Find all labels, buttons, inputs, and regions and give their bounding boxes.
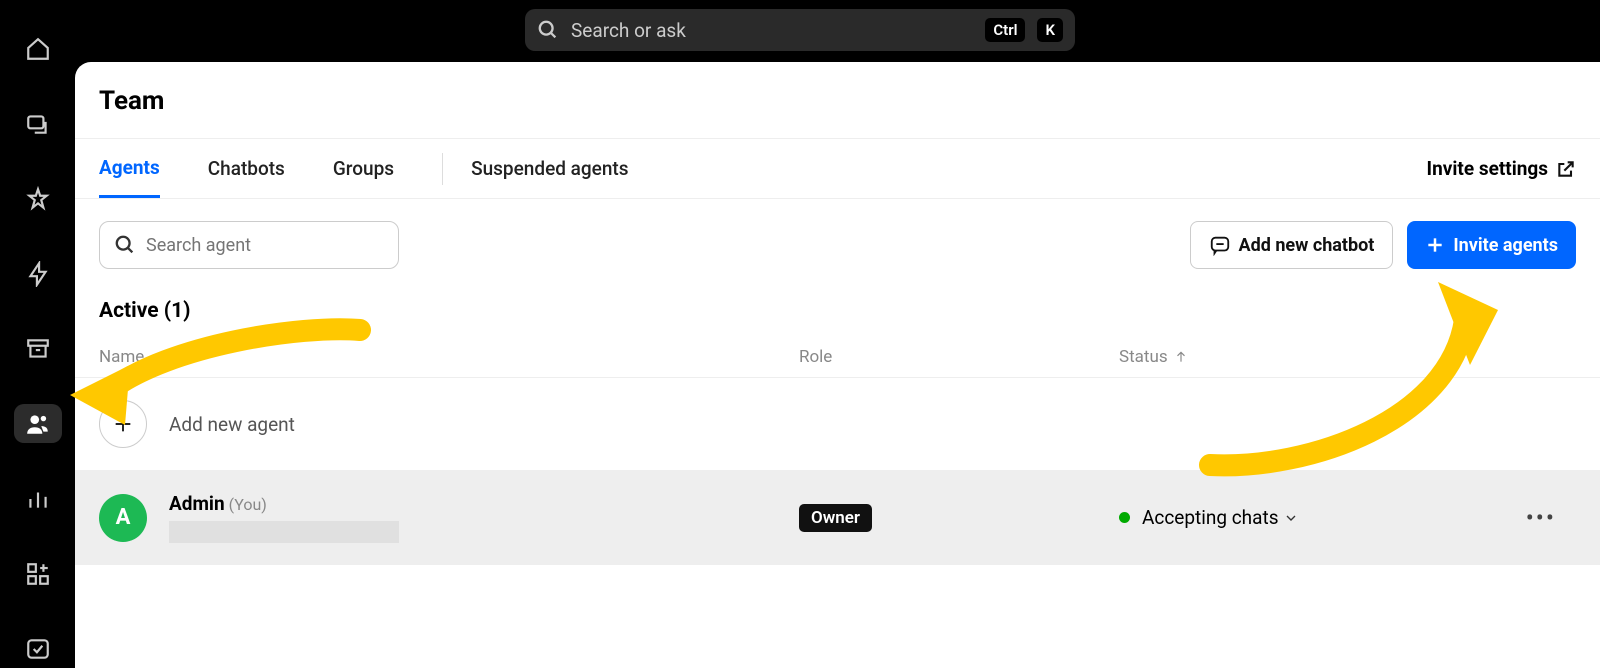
row-more-button[interactable]: ••• — [1479, 504, 1576, 532]
search-icon — [114, 234, 136, 256]
sidebar — [0, 0, 75, 668]
page-title: Team — [75, 86, 1600, 139]
col-name[interactable]: Name — [99, 347, 799, 367]
plus-icon — [112, 413, 134, 435]
global-search[interactable]: Search or ask Ctrl K — [525, 9, 1075, 51]
status-selector[interactable]: Accepting chats — [1119, 506, 1299, 529]
tab-chatbots[interactable]: Chatbots — [208, 141, 285, 196]
section-active-title: Active (1) — [75, 291, 1600, 337]
sort-up-icon — [1174, 350, 1188, 364]
nav-team[interactable] — [14, 404, 62, 443]
invite-settings-label: Invite settings — [1427, 157, 1548, 180]
invite-settings-link[interactable]: Invite settings — [1427, 157, 1576, 180]
nav-archive[interactable] — [14, 330, 62, 369]
status-dot-icon — [1119, 512, 1130, 523]
table-row[interactable]: A Admin (You) Owner Accepting chats — [75, 470, 1600, 565]
tab-groups[interactable]: Groups — [333, 141, 394, 196]
table-header: Name Role Status — [75, 337, 1600, 378]
nav-apps[interactable] — [14, 554, 62, 593]
search-agent-field[interactable] — [99, 221, 399, 269]
search-icon — [537, 19, 559, 41]
add-chatbot-button[interactable]: Add new chatbot — [1190, 221, 1394, 269]
tab-agents[interactable]: Agents — [99, 140, 160, 198]
add-chatbot-label: Add new chatbot — [1239, 235, 1375, 256]
agent-name: Admin — [169, 492, 225, 515]
status-label: Accepting chats — [1142, 506, 1279, 529]
toolbar: Add new chatbot Invite agents — [75, 199, 1600, 291]
chatbot-icon — [1209, 234, 1231, 256]
col-status[interactable]: Status — [1119, 347, 1479, 367]
agent-you-label: (You) — [229, 495, 267, 514]
nav-automation[interactable] — [14, 255, 62, 294]
agent-email-placeholder — [169, 521, 399, 543]
plus-icon — [1425, 235, 1445, 255]
nav-reports[interactable] — [14, 479, 62, 518]
shortcut-ctrl: Ctrl — [985, 18, 1025, 42]
main-panel: Team Agents Chatbots Groups Suspended ag… — [75, 62, 1600, 668]
invite-agents-button[interactable]: Invite agents — [1407, 221, 1576, 269]
add-agent-circle — [99, 400, 147, 448]
tab-divider — [442, 153, 443, 185]
nav-chats[interactable] — [14, 105, 62, 144]
external-link-icon — [1556, 159, 1576, 179]
search-agent-input[interactable] — [146, 235, 384, 256]
add-agent-row[interactable]: Add new agent — [75, 378, 1600, 470]
global-search-placeholder: Search or ask — [571, 19, 973, 42]
col-role[interactable]: Role — [799, 347, 1119, 367]
avatar: A — [99, 494, 147, 542]
tab-suspended[interactable]: Suspended agents — [471, 141, 628, 196]
nav-tasks[interactable] — [14, 629, 62, 668]
add-agent-label: Add new agent — [169, 413, 295, 436]
tabs-row: Agents Chatbots Groups Suspended agents … — [75, 139, 1600, 199]
shortcut-k: K — [1037, 18, 1063, 42]
role-badge: Owner — [799, 504, 872, 532]
nav-engage[interactable] — [14, 180, 62, 219]
chevron-down-icon — [1283, 510, 1299, 526]
invite-agents-label: Invite agents — [1453, 235, 1558, 256]
nav-home[interactable] — [14, 30, 62, 69]
